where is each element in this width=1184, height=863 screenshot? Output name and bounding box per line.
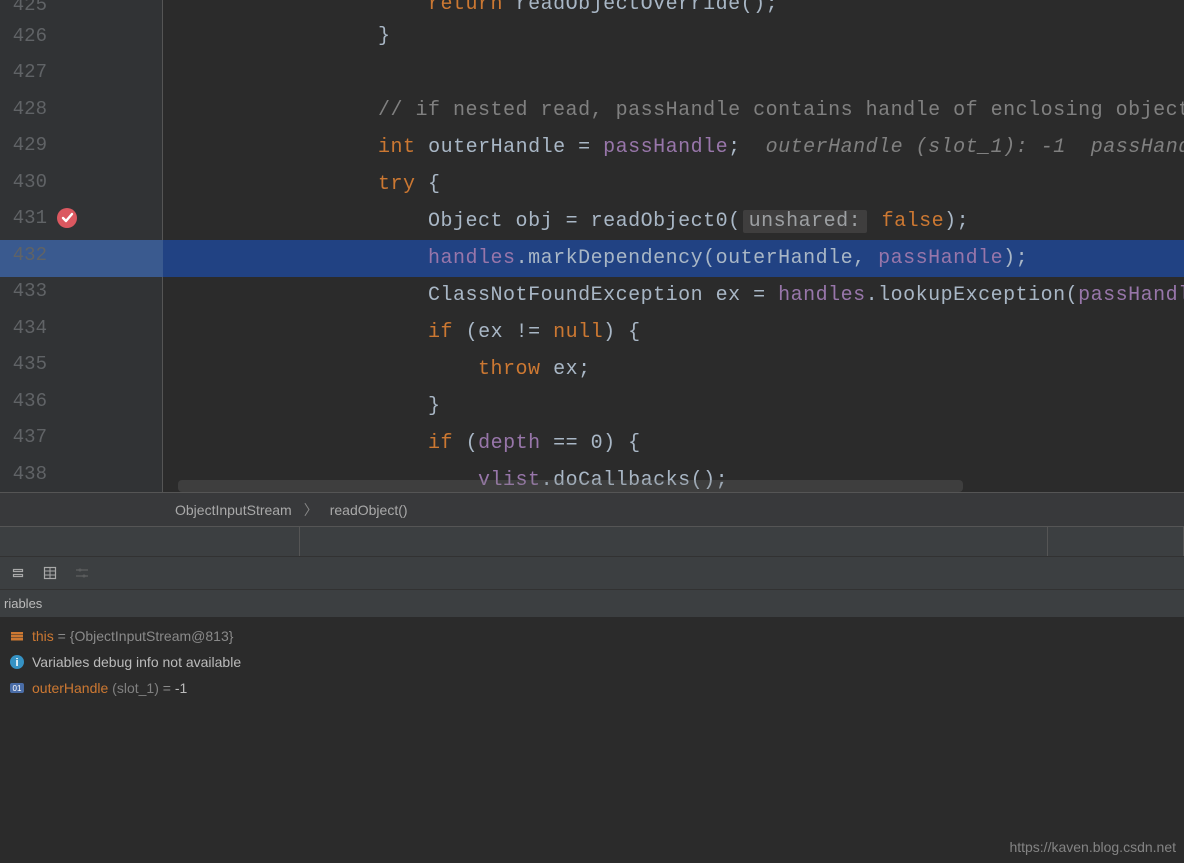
line-number: 432 [0, 244, 55, 266]
debug-view-tabs [0, 557, 1184, 589]
gutter-row: 430 [0, 164, 163, 200]
watermark: https://kaven.blog.csdn.net [1009, 839, 1176, 855]
code-line[interactable]: throw ex; [163, 351, 1184, 388]
breadcrumb-separator: 〉 [304, 500, 318, 520]
variables-panel[interactable]: this = {ObjectInputStream@813} i Variabl… [0, 617, 1184, 863]
horizontal-scrollbar[interactable] [178, 480, 963, 492]
object-icon [8, 627, 26, 645]
code-line[interactable]: ClassNotFoundException ex = handles.look… [163, 277, 1184, 314]
code-line[interactable]: } [163, 18, 1184, 55]
variable-row[interactable]: this = {ObjectInputStream@813} [8, 623, 1176, 649]
breakpoint-verified-icon[interactable] [55, 206, 79, 230]
code-line[interactable]: try { [163, 166, 1184, 203]
line-number: 433 [0, 280, 55, 302]
line-number: 436 [0, 390, 55, 412]
gutter-row: 432 [0, 237, 163, 273]
breadcrumb-class[interactable]: ObjectInputStream [175, 502, 292, 518]
line-number: 435 [0, 353, 55, 375]
code-line[interactable]: if (ex != null) { [163, 314, 1184, 351]
debug-frames-toolbar [0, 526, 1184, 557]
line-number: 437 [0, 426, 55, 448]
line-number: 428 [0, 98, 55, 120]
primitive-icon: 01 [8, 679, 26, 697]
line-number: 430 [0, 171, 55, 193]
variables-header: riables [0, 589, 1184, 617]
gutter-row: 426 [0, 18, 163, 54]
line-number: 431 [0, 207, 55, 229]
gutter-row: 431 [0, 200, 163, 236]
breadcrumb-method[interactable]: readObject() [330, 502, 408, 518]
code-area[interactable]: return readObjectOverride(); } // if nes… [163, 0, 1184, 492]
line-number: 434 [0, 317, 55, 339]
code-line[interactable]: return readObjectOverride(); [163, 0, 1184, 18]
editor-area: 425 426 427 428 429 430 431 432 433 434 … [0, 0, 1184, 492]
frames-panel-header [0, 527, 300, 556]
line-number: 427 [0, 61, 55, 83]
line-number: 426 [0, 25, 55, 47]
settings-icon[interactable] [68, 561, 96, 585]
gutter-row: 434 [0, 310, 163, 346]
watches-panel-header [1048, 527, 1184, 556]
variables-panel-header [300, 527, 1048, 556]
parameter-hint: unshared: [743, 210, 868, 233]
line-number: 425 [0, 0, 55, 10]
line-number: 429 [0, 134, 55, 156]
code-line[interactable]: } [163, 388, 1184, 425]
svg-text:i: i [15, 657, 18, 669]
gutter-row: 429 [0, 127, 163, 163]
gutter-row: 433 [0, 273, 163, 309]
code-line[interactable]: if (depth == 0) { [163, 425, 1184, 462]
gutter-row: 425 [0, 0, 163, 18]
gutter-row: 435 [0, 346, 163, 382]
gutter: 425 426 427 428 429 430 431 432 433 434 … [0, 0, 163, 492]
info-icon: i [8, 653, 26, 671]
code-line[interactable] [163, 55, 1184, 92]
code-line[interactable]: // if nested read, passHandle contains h… [163, 92, 1184, 129]
gutter-row: 436 [0, 383, 163, 419]
gutter-row: 438 [0, 456, 163, 492]
code-line[interactable]: Object obj = readObject0(unshared: false… [163, 203, 1184, 240]
line-number: 438 [0, 463, 55, 485]
breadcrumb: ObjectInputStream 〉 readObject() [0, 492, 1184, 526]
restore-layout-icon[interactable] [4, 561, 32, 585]
variable-row[interactable]: 01 outerHandle (slot_1) = -1 [8, 675, 1176, 701]
gutter-row: 437 [0, 419, 163, 455]
gutter-row: 428 [0, 91, 163, 127]
gutter-row: 427 [0, 54, 163, 90]
svg-text:01: 01 [13, 684, 22, 693]
variable-info-row: i Variables debug info not available [8, 649, 1176, 675]
code-line[interactable]: int outerHandle = passHandle; outerHandl… [163, 129, 1184, 166]
table-view-icon[interactable] [36, 561, 64, 585]
